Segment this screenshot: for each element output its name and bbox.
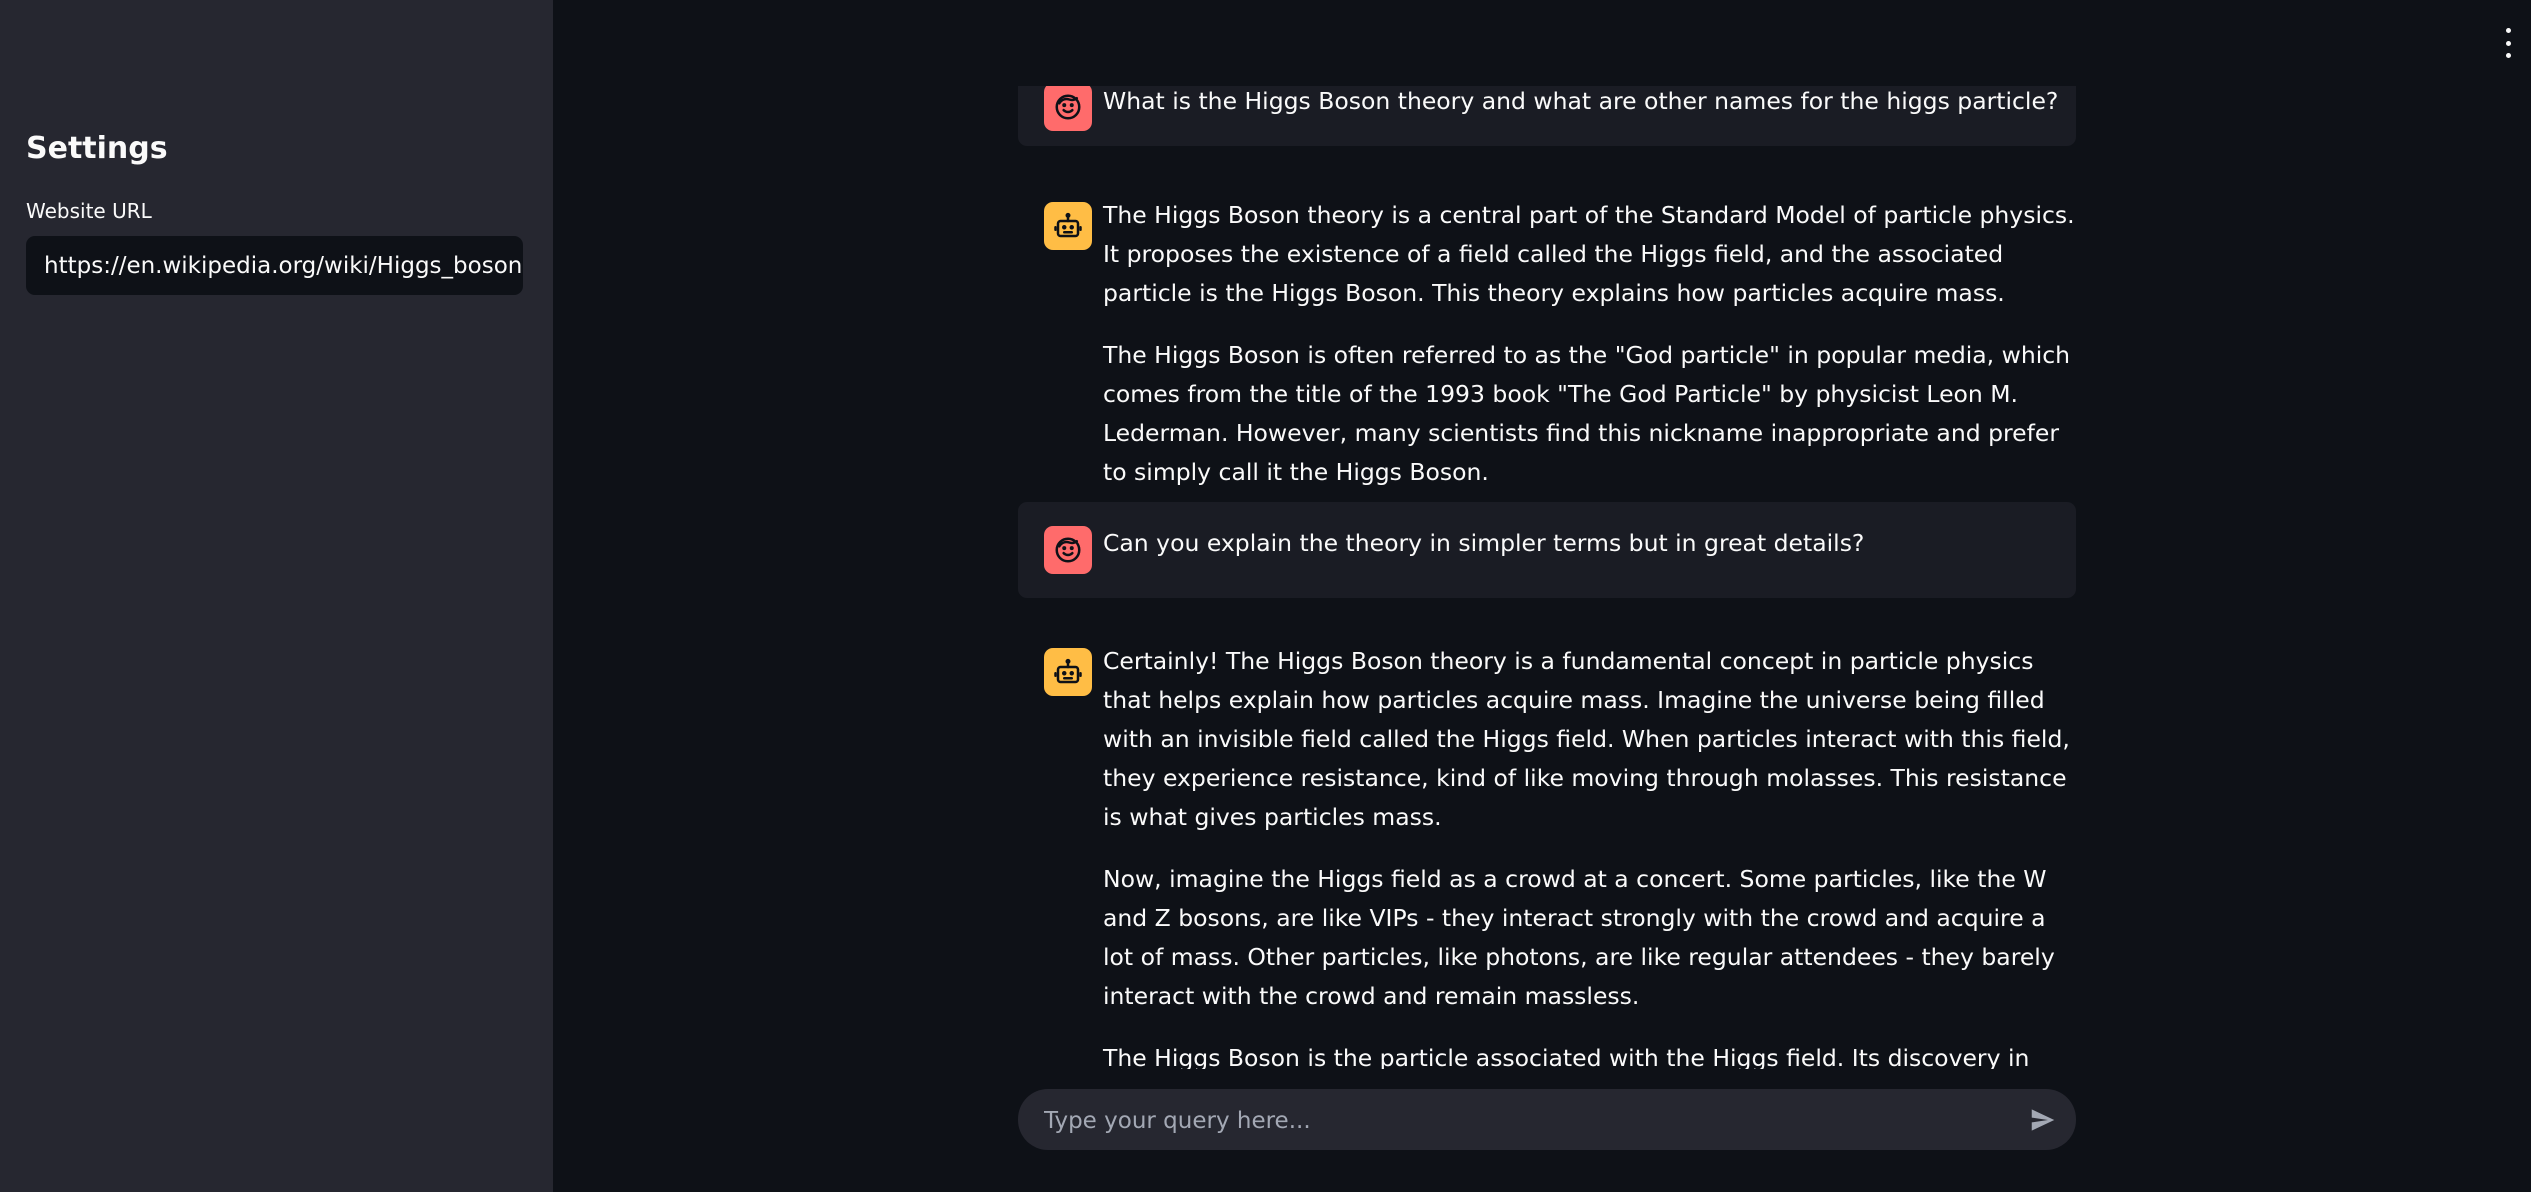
assistant-avatar-icon: [1044, 202, 1092, 250]
chat-query-input[interactable]: [1042, 1089, 2006, 1152]
message-text: Can you explain the theory in simpler te…: [1103, 524, 2076, 586]
message-paragraph: The Higgs Boson theory is a central part…: [1103, 201, 2075, 307]
message-text: What is the Higgs Boson theory and what …: [1103, 86, 2076, 144]
assistant-avatar-icon: [1044, 648, 1092, 696]
chat-message-assistant: The Higgs Boson theory is a central part…: [1018, 196, 2076, 536]
chat-message-assistant: Certainly! The Higgs Boson theory is a f…: [1018, 642, 2076, 1069]
message-paragraph: The Higgs Boson is often referred to as …: [1103, 341, 2071, 486]
user-avatar-icon: [1044, 86, 1092, 131]
message-text: Certainly! The Higgs Boson theory is a f…: [1103, 642, 2076, 1069]
message-paragraph: The Higgs Boson is the particle associat…: [1103, 1044, 2030, 1069]
website-url-input[interactable]: https://en.wikipedia.org/wiki/Higgs_boso…: [26, 236, 523, 295]
message-paragraph: What is the Higgs Boson theory and what …: [1103, 87, 2059, 115]
message-paragraph: Can you explain the theory in simpler te…: [1103, 529, 1865, 557]
message-paragraph: Certainly! The Higgs Boson theory is a f…: [1103, 647, 2070, 831]
chat-input-box: [1018, 1089, 2076, 1152]
chat-history: What is the Higgs Boson theory and what …: [1018, 86, 2076, 1069]
message-paragraph: Now, imagine the Higgs field as a crowd …: [1103, 865, 2055, 1010]
chat-message-user: What is the Higgs Boson theory and what …: [1018, 86, 2076, 146]
user-avatar-icon: [1044, 526, 1092, 574]
more-options-icon[interactable]: [2496, 28, 2520, 58]
message-text: The Higgs Boson theory is a central part…: [1103, 196, 2076, 515]
send-icon[interactable]: [2028, 1105, 2058, 1135]
app-root: Settings Website URL https://en.wikipedi…: [0, 0, 2531, 1192]
sidebar: Settings Website URL https://en.wikipedi…: [0, 0, 553, 1192]
sidebar-title: Settings: [26, 131, 168, 166]
website-url-label: Website URL: [26, 199, 152, 223]
chat-message-user: Can you explain the theory in simpler te…: [1018, 502, 2076, 598]
